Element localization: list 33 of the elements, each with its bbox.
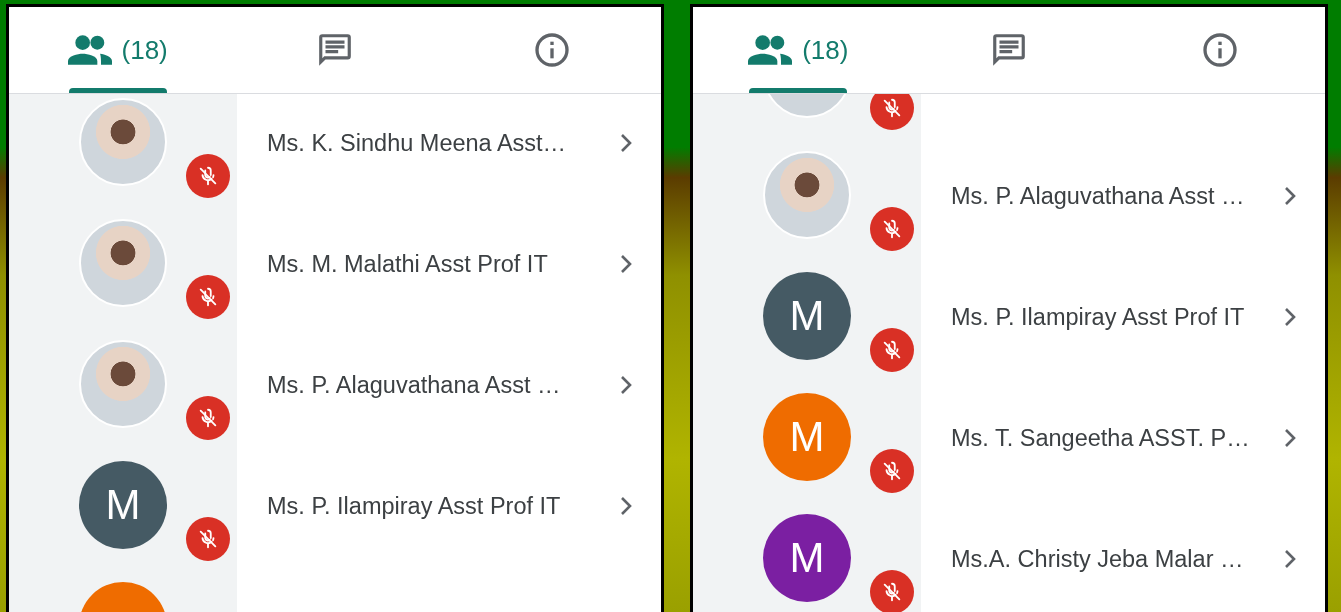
chevron-right-icon (619, 253, 633, 275)
mic-off-icon (881, 339, 903, 361)
participant-name[interactable]: Ms.A. Christy Jeba Malar … (951, 542, 1273, 576)
participant-name[interactable]: Ms. P. Ilampiray Asst Prof IT (951, 300, 1273, 334)
people-tab[interactable]: (18) (693, 7, 904, 93)
mic-off-icon (881, 460, 903, 482)
people-icon (67, 35, 112, 65)
avatar: M (763, 393, 851, 481)
chevron-right-icon (1283, 548, 1297, 570)
mic-off-icon (881, 581, 903, 603)
chevron-right-icon (619, 132, 633, 154)
participant-name[interactable]: Ms. P. Ilampiray Asst Prof IT (267, 489, 609, 523)
mic-off-icon (197, 165, 219, 187)
avatar: M (763, 514, 851, 602)
chevron-right-icon (619, 495, 633, 517)
participant-name[interactable]: Ms. P. Alaguvathana Asst … (267, 368, 609, 402)
mic-off-icon (881, 218, 903, 240)
avatar: M (79, 461, 167, 549)
mic-off-icon (197, 407, 219, 429)
chevron-right-icon (1283, 427, 1297, 449)
participant-name[interactable]: Ms. M. Malathi Asst Prof IT (267, 247, 609, 281)
avatar: M (763, 272, 851, 360)
participant-name[interactable]: Ms. P. Alaguvathana Asst … (951, 179, 1273, 213)
participant-name[interactable]: Ms. K. Sindhu Meena Asst… (267, 126, 609, 160)
participant-name[interactable]: Ms. T. Sangeetha ASST. P… (951, 421, 1273, 455)
chevron-right-icon (619, 374, 633, 396)
chevron-right-icon (1283, 306, 1297, 328)
people-tab[interactable]: (18) (9, 7, 227, 93)
chevron-right-icon (1283, 185, 1297, 207)
mic-off-icon (881, 97, 903, 119)
mic-off-icon (197, 286, 219, 308)
mic-off-icon (197, 528, 219, 550)
people-icon (748, 35, 793, 65)
